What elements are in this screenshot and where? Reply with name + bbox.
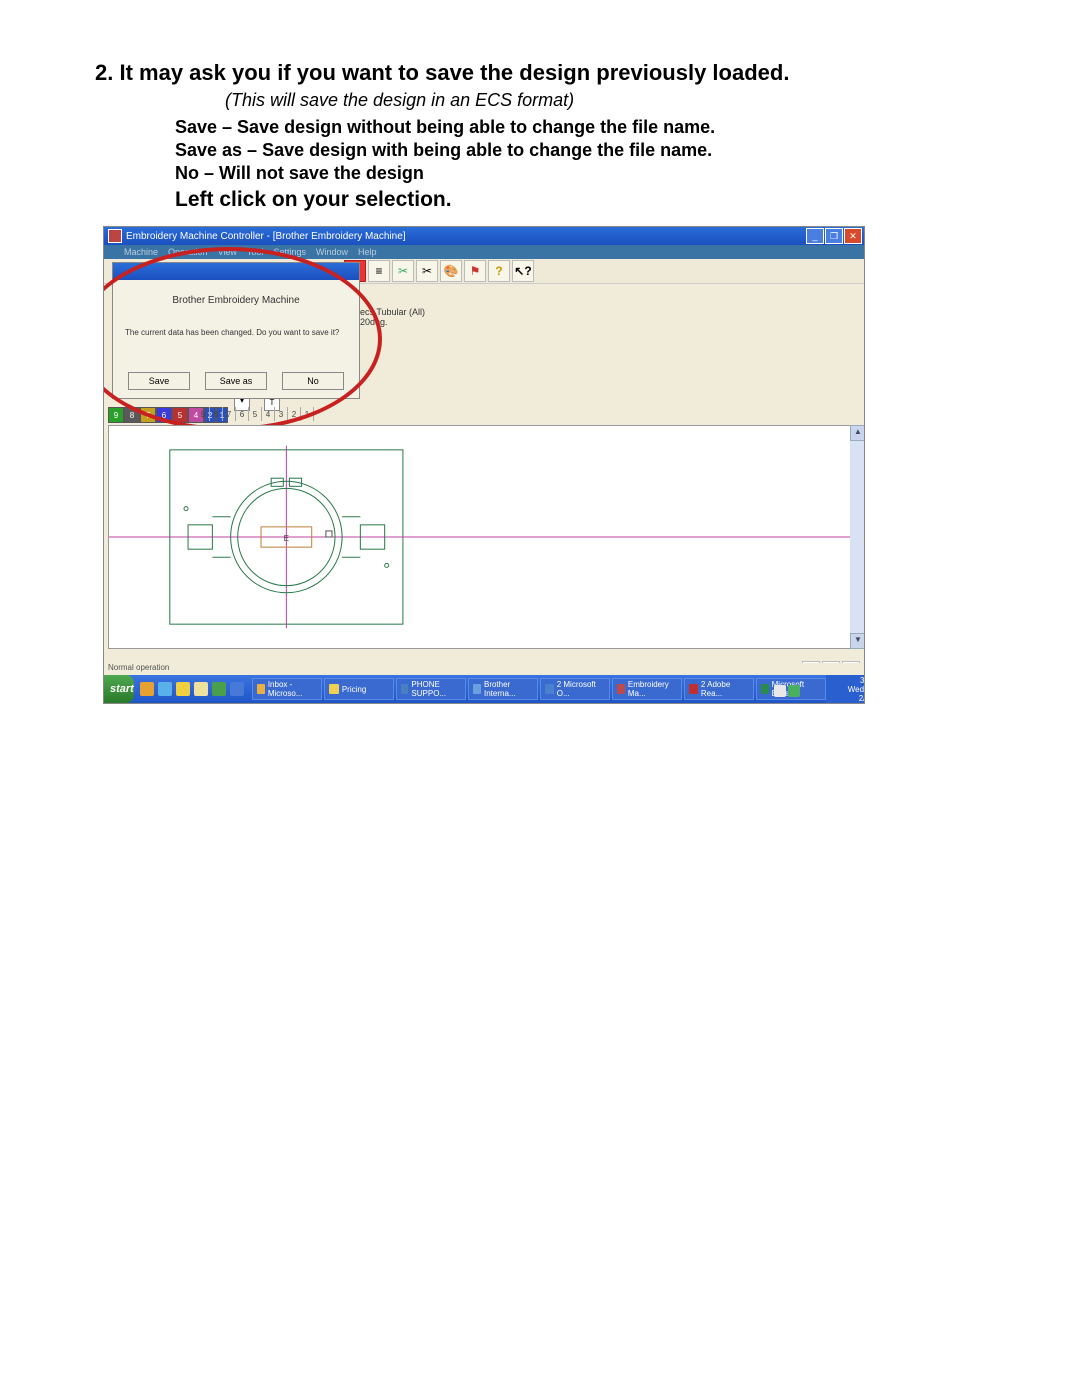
quicklaunch-icon[interactable] bbox=[176, 682, 190, 696]
toolbar-scissors-icon[interactable]: ✂ bbox=[392, 260, 414, 282]
needle-num: 7 bbox=[223, 407, 236, 421]
task-item[interactable]: 2 Microsoft O... bbox=[540, 678, 610, 700]
toolbar-cut-icon[interactable]: ✂ bbox=[416, 260, 438, 282]
toolbar-button[interactable]: ≡ bbox=[368, 260, 390, 282]
hoop-info: ecs Tubular (All) 20deg. bbox=[360, 307, 425, 327]
step-action: Left click on your selection. bbox=[175, 188, 985, 212]
task-item[interactable]: Embroidery Ma... bbox=[612, 678, 682, 700]
needle-num: 8 bbox=[210, 407, 223, 421]
scroll-up-icon[interactable]: ▲ bbox=[850, 425, 865, 441]
toolbar-palette-icon[interactable]: 🎨 bbox=[440, 260, 462, 282]
needle-num: 9 bbox=[197, 407, 210, 421]
quicklaunch-icon[interactable] bbox=[140, 682, 154, 696]
dialog-message: The current data has been changed. Do yo… bbox=[125, 328, 359, 337]
save-button[interactable]: Save bbox=[128, 372, 190, 390]
task-item[interactable]: PHONE SUPPO... bbox=[396, 678, 466, 700]
needle-numbers: 9 8 7 6 5 4 3 2 1 bbox=[197, 407, 314, 421]
needle-num: 2 bbox=[288, 407, 301, 421]
color-swatch[interactable]: 7 bbox=[140, 407, 156, 423]
toolbar-whatsthis-icon[interactable]: ↖? bbox=[512, 260, 534, 282]
close-button[interactable]: ✕ bbox=[844, 228, 862, 244]
statusbar-1: Normal operation bbox=[104, 663, 864, 675]
needle-num: 6 bbox=[236, 407, 249, 421]
menu-item[interactable]: Machine bbox=[124, 247, 158, 257]
taskbar: start Inbox - Microso... Pricing PHONE S… bbox=[104, 675, 864, 703]
quicklaunch-icon[interactable] bbox=[194, 682, 208, 696]
no-button[interactable]: No bbox=[282, 372, 344, 390]
system-tray[interactable]: 3:30 PM Wednesday 2/4/2009 bbox=[826, 675, 865, 703]
hoop-line1: ecs Tubular (All) bbox=[360, 307, 425, 317]
toolbar-help-icon[interactable]: ? bbox=[488, 260, 510, 282]
maximize-button[interactable]: ❐ bbox=[825, 228, 843, 244]
tray-icons bbox=[774, 685, 800, 697]
needle-num: 1 bbox=[301, 407, 314, 421]
menu-item[interactable]: View bbox=[218, 247, 237, 257]
step-number: 2. bbox=[95, 60, 113, 85]
menu-item[interactable]: Settings bbox=[273, 247, 306, 257]
tray-time: 3:30 PM bbox=[860, 676, 865, 685]
saveas-button[interactable]: Save as bbox=[205, 372, 267, 390]
quicklaunch-icon[interactable] bbox=[230, 682, 244, 696]
option-no: No – Will not save the design bbox=[175, 163, 985, 184]
svg-text:E: E bbox=[284, 534, 290, 543]
menu-item[interactable]: Tool bbox=[247, 247, 264, 257]
task-item[interactable]: Inbox - Microso... bbox=[252, 678, 322, 700]
quicklaunch-icon[interactable] bbox=[158, 682, 172, 696]
step-note: (This will save the design in an ECS for… bbox=[225, 90, 985, 111]
menu-item[interactable]: Window bbox=[316, 247, 348, 257]
tray-day: Wednesday bbox=[848, 685, 865, 694]
menu-item[interactable]: Help bbox=[358, 247, 377, 257]
minimize-button[interactable]: _ bbox=[806, 228, 824, 244]
quicklaunch-icon[interactable] bbox=[212, 682, 226, 696]
task-buttons: Inbox - Microso... Pricing PHONE SUPPO..… bbox=[252, 678, 826, 700]
needle-num: 3 bbox=[275, 407, 288, 421]
dialog-titlebar bbox=[113, 263, 359, 280]
scroll-down-icon[interactable]: ▼ bbox=[850, 633, 865, 649]
menu-item[interactable]: Operation bbox=[168, 247, 208, 257]
needle-num: 4 bbox=[262, 407, 275, 421]
option-saveas: Save as – Save design with being able to… bbox=[175, 140, 985, 161]
task-item[interactable]: Brother Interna... bbox=[468, 678, 538, 700]
color-swatch[interactable]: 8 bbox=[124, 407, 140, 423]
task-item[interactable]: 2 Adobe Rea... bbox=[684, 678, 754, 700]
step-title: 2. It may ask you if you want to save th… bbox=[95, 60, 985, 86]
tray-date: 2/4/2009 bbox=[859, 694, 865, 703]
quick-launch bbox=[140, 682, 244, 696]
hoop-line2: 20deg. bbox=[360, 317, 425, 327]
design-canvas[interactable]: E bbox=[108, 425, 860, 649]
menubar: Machine Operation View Tool Settings Win… bbox=[104, 245, 864, 259]
color-swatch[interactable]: 6 bbox=[156, 407, 172, 423]
needle-num: 5 bbox=[249, 407, 262, 421]
tray-icon[interactable] bbox=[788, 685, 800, 697]
color-swatch[interactable]: 9 bbox=[108, 407, 124, 423]
vertical-scrollbar[interactable]: ▲ ▼ bbox=[850, 425, 864, 649]
step-heading: It may ask you if you want to save the d… bbox=[119, 60, 789, 85]
option-save: Save – Save design without being able to… bbox=[175, 117, 985, 138]
color-swatch[interactable]: 5 bbox=[172, 407, 188, 423]
tray-icon[interactable] bbox=[774, 685, 786, 697]
dialog-heading: Brother Embroidery Machine bbox=[113, 295, 359, 306]
app-icon bbox=[108, 229, 122, 243]
toolbar-flag-icon[interactable]: ⚑ bbox=[464, 260, 486, 282]
save-dialog: Brother Embroidery Machine The current d… bbox=[112, 262, 360, 399]
start-button[interactable]: start bbox=[104, 675, 134, 703]
app-title: Embroidery Machine Controller - [Brother… bbox=[126, 231, 406, 242]
task-item[interactable]: Pricing bbox=[324, 678, 394, 700]
app-titlebar: Embroidery Machine Controller - [Brother… bbox=[104, 227, 864, 245]
screenshot: Embroidery Machine Controller - [Brother… bbox=[103, 226, 865, 704]
